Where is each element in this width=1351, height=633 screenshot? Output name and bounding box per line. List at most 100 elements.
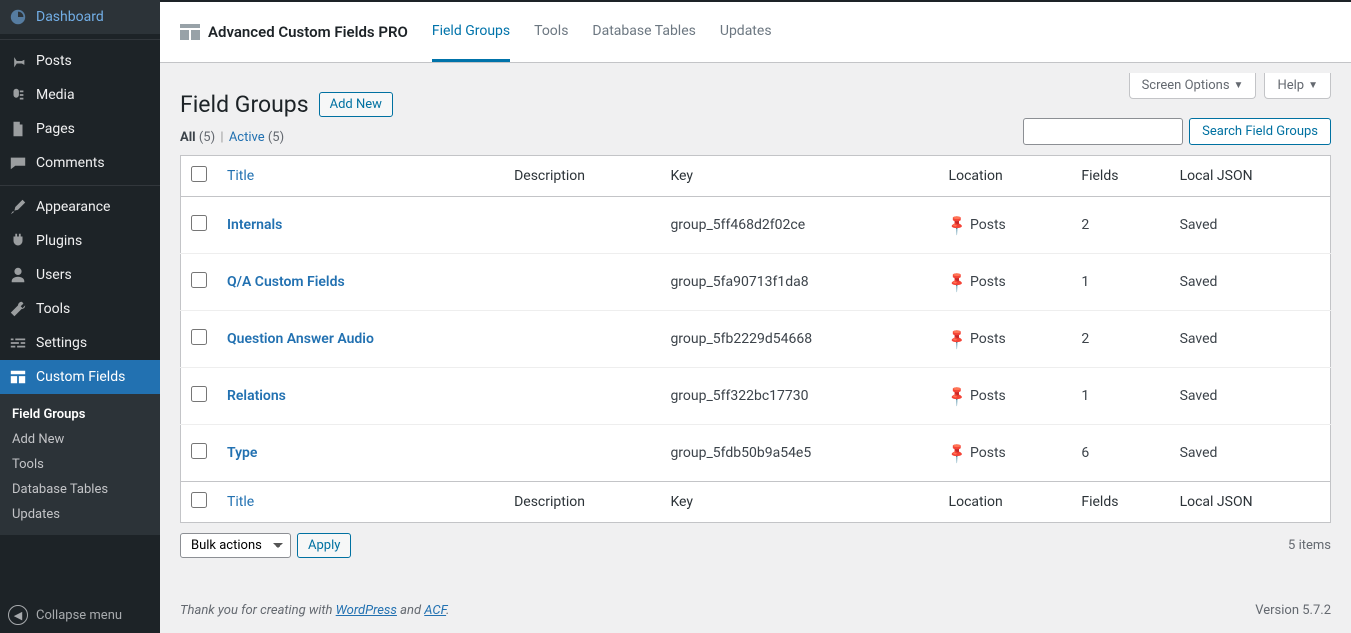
table-row: Internalsgroup_5ff468d2f02ce📌Posts2Saved	[181, 197, 1331, 254]
sidebar-item-label: Pages	[36, 121, 75, 137]
acf-link[interactable]: ACF	[424, 603, 446, 618]
main-content: Advanced Custom Fields PRO Field Groups …	[160, 0, 1351, 633]
version-text: Version 5.7.2	[1255, 603, 1331, 618]
row-description	[504, 425, 660, 482]
wordpress-link[interactable]: WordPress	[336, 603, 397, 618]
select-all-checkbox-footer[interactable]	[191, 492, 207, 508]
acf-topnav: Field Groups Tools Database Tables Updat…	[432, 3, 772, 62]
row-checkbox[interactable]	[191, 443, 207, 459]
col-title-footer[interactable]: Title	[227, 494, 254, 510]
screen-options-button[interactable]: Screen Options ▼	[1129, 73, 1257, 99]
admin-footer: Thank you for creating with WordPress an…	[160, 578, 1351, 633]
row-checkbox[interactable]	[191, 386, 207, 402]
pin-icon: 📌	[945, 384, 969, 408]
sidebar-item-custom-fields[interactable]: Custom Fields	[0, 360, 160, 394]
topnav-updates[interactable]: Updates	[720, 3, 772, 62]
chevron-down-icon: ▼	[1234, 80, 1244, 91]
sidebar-item-comments[interactable]: Comments	[0, 146, 160, 180]
apply-button[interactable]: Apply	[297, 533, 351, 558]
col-title[interactable]: Title	[227, 168, 254, 184]
page-title: Field Groups	[180, 91, 309, 118]
pin-icon: 📌	[945, 327, 969, 351]
pin-icon: 📌	[945, 213, 969, 237]
sidebar-item-label: Tools	[36, 301, 70, 317]
topnav-tools[interactable]: Tools	[534, 3, 568, 62]
tablenav-bottom: Bulk actions Apply 5 items	[180, 533, 1331, 558]
screen-meta: Screen Options ▼ Help ▼	[1129, 73, 1331, 99]
search-button[interactable]: Search Field Groups	[1189, 118, 1331, 145]
field-groups-table: Title Description Key Location Fields Lo…	[180, 155, 1331, 523]
select-all-checkbox[interactable]	[191, 166, 207, 182]
row-title-link[interactable]: Relations	[227, 388, 286, 404]
col-description: Description	[504, 156, 660, 197]
table-row: Q/A Custom Fieldsgroup_5fa90713f1da8📌Pos…	[181, 254, 1331, 311]
brush-icon	[8, 197, 28, 217]
submenu-updates[interactable]: Updates	[0, 502, 160, 527]
row-key: group_5fb2229d54668	[660, 311, 938, 368]
sidebar-item-tools[interactable]: Tools	[0, 292, 160, 326]
row-title-link[interactable]: Q/A Custom Fields	[227, 274, 345, 290]
filter-active[interactable]: Active	[229, 130, 265, 145]
sidebar-item-posts[interactable]: Posts	[0, 44, 160, 78]
item-count: 5 items	[1288, 538, 1331, 553]
submenu-tools[interactable]: Tools	[0, 452, 160, 477]
row-title-link[interactable]: Type	[227, 445, 257, 461]
pin-icon	[8, 51, 28, 71]
sidebar-item-appearance[interactable]: Appearance	[0, 190, 160, 224]
pin-icon: 📌	[945, 441, 969, 465]
collapse-menu[interactable]: ◀ Collapse menu	[0, 597, 160, 633]
row-key: group_5ff322bc17730	[660, 368, 938, 425]
search-input[interactable]	[1023, 118, 1183, 145]
sidebar-item-settings[interactable]: Settings	[0, 326, 160, 360]
col-fields: Fields	[1071, 156, 1169, 197]
col-key: Key	[660, 156, 938, 197]
topnav-database-tables[interactable]: Database Tables	[592, 3, 695, 62]
collapse-icon: ◀	[8, 605, 28, 625]
row-description	[504, 254, 660, 311]
row-description	[504, 311, 660, 368]
sidebar-item-dashboard[interactable]: Dashboard	[0, 0, 160, 34]
row-json: Saved	[1170, 254, 1331, 311]
row-checkbox[interactable]	[191, 215, 207, 231]
submenu-field-groups[interactable]: Field Groups	[0, 402, 160, 427]
row-title-link[interactable]: Internals	[227, 217, 282, 233]
submenu-add-new[interactable]: Add New	[0, 427, 160, 452]
sliders-icon	[8, 333, 28, 353]
sidebar-item-users[interactable]: Users	[0, 258, 160, 292]
col-key-footer: Key	[660, 482, 938, 523]
bulk-action-select[interactable]: Bulk actions	[180, 533, 291, 558]
col-location-footer: Location	[939, 482, 1072, 523]
topnav-field-groups[interactable]: Field Groups	[432, 3, 510, 62]
plug-icon	[8, 231, 28, 251]
wrench-icon	[8, 299, 28, 319]
row-json: Saved	[1170, 197, 1331, 254]
page-icon	[8, 119, 28, 139]
row-key: group_5fa90713f1da8	[660, 254, 938, 311]
submenu-database-tables[interactable]: Database Tables	[0, 477, 160, 502]
row-description	[504, 197, 660, 254]
sidebar-item-media[interactable]: Media	[0, 78, 160, 112]
row-fields: 2	[1071, 197, 1169, 254]
help-button[interactable]: Help ▼	[1264, 73, 1331, 99]
row-fields: 1	[1071, 368, 1169, 425]
row-checkbox[interactable]	[191, 329, 207, 345]
sidebar-item-plugins[interactable]: Plugins	[0, 224, 160, 258]
acf-brand: Advanced Custom Fields PRO	[180, 23, 408, 41]
filter-all[interactable]: All	[180, 130, 196, 145]
acf-logo-icon	[180, 24, 200, 40]
row-fields: 6	[1071, 425, 1169, 482]
admin-sidebar: Dashboard Posts Media Pages Comments App…	[0, 0, 160, 633]
sidebar-item-pages[interactable]: Pages	[0, 112, 160, 146]
add-new-button[interactable]: Add New	[319, 92, 393, 117]
sidebar-item-label: Plugins	[36, 233, 82, 249]
col-local-json: Local JSON	[1170, 156, 1331, 197]
sidebar-item-label: Media	[36, 87, 75, 103]
col-description-footer: Description	[504, 482, 660, 523]
col-location: Location	[939, 156, 1072, 197]
layout-icon	[8, 367, 28, 387]
user-icon	[8, 265, 28, 285]
row-description	[504, 368, 660, 425]
row-title-link[interactable]: Question Answer Audio	[227, 331, 374, 347]
search-box: Search Field Groups	[1023, 118, 1331, 145]
row-checkbox[interactable]	[191, 272, 207, 288]
